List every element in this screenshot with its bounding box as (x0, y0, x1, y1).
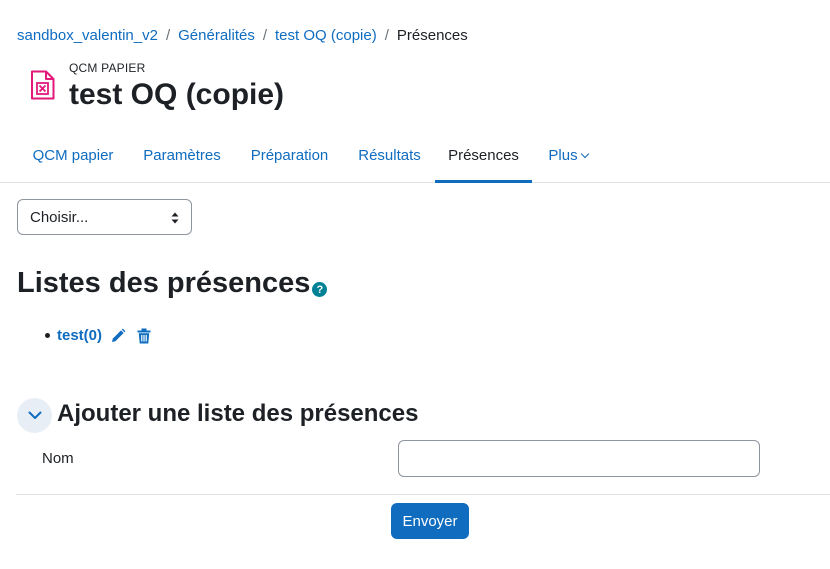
breadcrumb: sandbox_valentin_v2 / Généralités / test… (17, 27, 468, 44)
breadcrumb-section[interactable]: Généralités (178, 27, 255, 44)
action-select[interactable]: Choisir... (17, 199, 192, 235)
tab-label: Préparation (250, 147, 329, 164)
trash-icon[interactable] (137, 328, 151, 344)
select-value: Choisir... (30, 208, 89, 226)
submit-button[interactable]: Envoyer (391, 503, 469, 539)
bullet (45, 333, 50, 338)
form-title: Ajouter une liste des présences (57, 400, 419, 427)
tab-parametres[interactable]: Paramètres (129, 128, 235, 183)
nom-input[interactable] (398, 440, 760, 477)
breadcrumb-current: Présences (396, 27, 468, 44)
select-arrows-icon (171, 212, 179, 224)
tab-presences[interactable]: Présences (435, 128, 532, 183)
tab-preparation[interactable]: Préparation (235, 128, 344, 183)
tab-label: Présences (448, 147, 519, 164)
chevron-down-icon (28, 411, 41, 419)
tab-qcm-papier[interactable]: QCM papier (17, 128, 129, 183)
section-title-text: Listes des présences (17, 267, 311, 299)
list-item: test(0) (45, 327, 151, 344)
section-title: Listes des présences ? (17, 267, 328, 300)
breadcrumb-course[interactable]: sandbox_valentin_v2 (17, 27, 158, 44)
breadcrumb-separator: / (262, 27, 268, 44)
breadcrumb-separator: / (384, 27, 389, 44)
tab-resultats[interactable]: Résultats (344, 128, 435, 183)
tab-label: Paramètres (143, 147, 221, 164)
module-name: QCM PAPIER (69, 61, 146, 75)
list-link[interactable]: test(0) (57, 327, 102, 344)
pencil-icon[interactable] (110, 328, 126, 344)
qcm-paper-icon (30, 70, 56, 100)
secondary-navigation: QCM papier Paramètres Préparation Résult… (0, 128, 830, 183)
tab-label: Plus (548, 147, 578, 164)
tab-label: Résultats (358, 147, 421, 164)
collapse-toggle-button[interactable] (17, 398, 52, 433)
nom-label: Nom (42, 450, 74, 467)
breadcrumb-activity[interactable]: test OQ (copie) (275, 27, 377, 44)
question-icon[interactable]: ? (312, 282, 328, 297)
page-title: test OQ (copie) (69, 78, 285, 111)
tab-label: QCM papier (32, 147, 114, 164)
divider (16, 494, 830, 495)
chevron-down-icon (580, 149, 589, 158)
breadcrumb-separator: / (165, 27, 171, 44)
tab-plus[interactable]: Plus (532, 128, 604, 183)
